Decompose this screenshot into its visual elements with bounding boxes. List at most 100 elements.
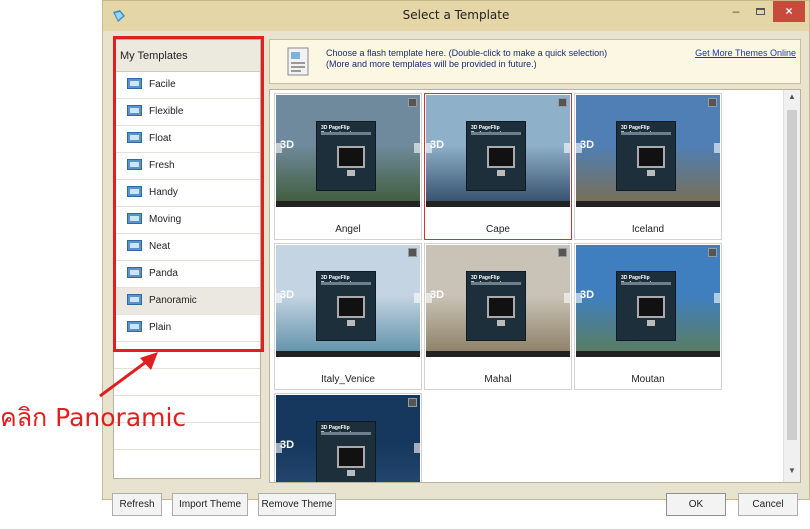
minimize-button[interactable]: – (725, 1, 747, 22)
book-subtitle-bar (321, 432, 371, 435)
book-subtitle-bar (621, 282, 671, 285)
preview-toolbar (276, 351, 420, 357)
get-more-themes-link[interactable]: Get More Themes Online (695, 48, 796, 58)
sidebar-item-label: Handy (149, 187, 178, 198)
book-title: 3D PageFlip Professional (471, 125, 501, 137)
window-title: Select a Template (402, 8, 510, 22)
remove-theme-button[interactable]: Remove Theme (258, 493, 336, 516)
sidebar-item-fresh[interactable]: Fresh (114, 153, 260, 180)
select-template-dialog: Select a Template – × My Templates Facil… (102, 0, 810, 500)
book-subtitle-bar (471, 132, 521, 135)
template-icon (127, 78, 142, 89)
mark-3d: 3D (580, 139, 595, 151)
template-card[interactable]: 3D PageFlip Professional 3D Cape (424, 93, 572, 240)
book-subtitle-bar (471, 282, 521, 285)
monitor-stand (647, 170, 655, 176)
template-icon (127, 240, 142, 251)
badge-icon (408, 398, 417, 407)
next-arrow-icon (714, 143, 720, 153)
gallery-scrollbar[interactable]: ▲ ▼ (783, 90, 800, 482)
template-card-label: Mahal (484, 374, 512, 385)
prev-arrow-icon (576, 293, 582, 303)
book-title: 3D PageFlip Professional (621, 125, 651, 137)
template-icon (127, 132, 142, 143)
sidebar-item-facile[interactable]: Facile (114, 72, 260, 99)
template-card-label: Angel (335, 224, 361, 235)
next-arrow-icon (414, 293, 420, 303)
sidebar-item-panda[interactable]: Panda (114, 261, 260, 288)
info-text: Choose a flash template here. (Double-cl… (326, 48, 607, 70)
title-bar[interactable]: Select a Template – × (103, 1, 809, 31)
sidebar-header: My Templates (114, 40, 260, 72)
book-subtitle-bar (321, 282, 371, 285)
monitor-icon (337, 146, 365, 168)
book-title: 3D PageFlip Professional (321, 275, 351, 287)
prev-arrow-icon (276, 293, 282, 303)
monitor-stand (347, 470, 355, 476)
template-card[interactable]: 3D PageFlip Professional 3D Iceland (574, 93, 722, 240)
next-arrow-icon (414, 143, 420, 153)
template-icon (127, 213, 142, 224)
book-title: 3D PageFlip Professional (471, 275, 501, 287)
sidebar-item-handy[interactable]: Handy (114, 180, 260, 207)
monitor-icon (487, 146, 515, 168)
next-arrow-icon (414, 443, 420, 453)
annotation-text: คลิก Panoramic (0, 403, 187, 432)
monitor-icon (337, 296, 365, 318)
book-title: 3D PageFlip Professional (621, 275, 651, 287)
sidebar-item-panoramic[interactable]: Panoramic (114, 288, 260, 315)
mark-3d: 3D (430, 139, 445, 151)
refresh-button[interactable]: Refresh (112, 493, 162, 516)
book-title: 3D PageFlip Professional (321, 125, 351, 137)
maximize-button[interactable] (749, 1, 771, 22)
preview-toolbar (426, 351, 570, 357)
mark-3d: 3D (430, 289, 445, 301)
prev-arrow-icon (276, 443, 282, 453)
template-thumbnail: 3D PageFlip Professional 3D (576, 95, 720, 207)
scroll-down-icon[interactable]: ▼ (784, 466, 800, 480)
template-icon (127, 159, 142, 170)
scroll-thumb[interactable] (787, 110, 797, 440)
document-icon (287, 47, 309, 76)
template-card[interactable]: 3D PageFlip Professional 3D Angel (274, 93, 422, 240)
badge-icon (708, 248, 717, 257)
close-button[interactable]: × (773, 1, 805, 22)
template-thumbnail: 3D PageFlip Professional 3D (426, 245, 570, 357)
preview-toolbar (426, 201, 570, 207)
info-bar: Choose a flash template here. (Double-cl… (269, 39, 801, 84)
import-theme-button[interactable]: Import Theme (172, 493, 248, 516)
book-subtitle-bar (621, 132, 671, 135)
cancel-button[interactable]: Cancel (738, 493, 798, 516)
template-card[interactable]: 3D PageFlip Professional 3D Mahal (424, 243, 572, 390)
ok-button[interactable]: OK (666, 493, 726, 516)
scroll-up-icon[interactable]: ▲ (784, 92, 800, 106)
template-card-label: Italy_Venice (321, 374, 375, 385)
badge-icon (558, 98, 567, 107)
book-preview: 3D PageFlip Professional (466, 271, 526, 341)
template-thumbnail: 3D PageFlip Professional 3D (276, 245, 420, 357)
template-card[interactable]: 3D PageFlip Professional 3D Italy_Venice (274, 243, 422, 390)
template-card[interactable]: 3D PageFlip Professional 3D (274, 393, 422, 482)
close-icon: × (785, 4, 793, 18)
sidebar-item-neat[interactable]: Neat (114, 234, 260, 261)
template-icon (127, 321, 142, 332)
monitor-icon (337, 446, 365, 468)
preview-toolbar (576, 201, 720, 207)
prev-arrow-icon (426, 143, 432, 153)
template-thumbnail: 3D PageFlip Professional 3D (276, 95, 420, 207)
sidebar-item-float[interactable]: Float (114, 126, 260, 153)
book-preview: 3D PageFlip Professional (616, 271, 676, 341)
empty-row (114, 342, 260, 369)
monitor-stand (347, 320, 355, 326)
badge-icon (408, 98, 417, 107)
badge-icon (408, 248, 417, 257)
monitor-stand (647, 320, 655, 326)
sidebar-item-moving[interactable]: Moving (114, 207, 260, 234)
sidebar-item-label: Panda (149, 268, 178, 279)
sidebar-item-plain[interactable]: Plain (114, 315, 260, 342)
prev-arrow-icon (576, 143, 582, 153)
template-thumbnail: 3D PageFlip Professional 3D (576, 245, 720, 357)
sidebar-item-flexible[interactable]: Flexible (114, 99, 260, 126)
empty-row (114, 369, 260, 396)
template-card[interactable]: 3D PageFlip Professional 3D Moutan (574, 243, 722, 390)
